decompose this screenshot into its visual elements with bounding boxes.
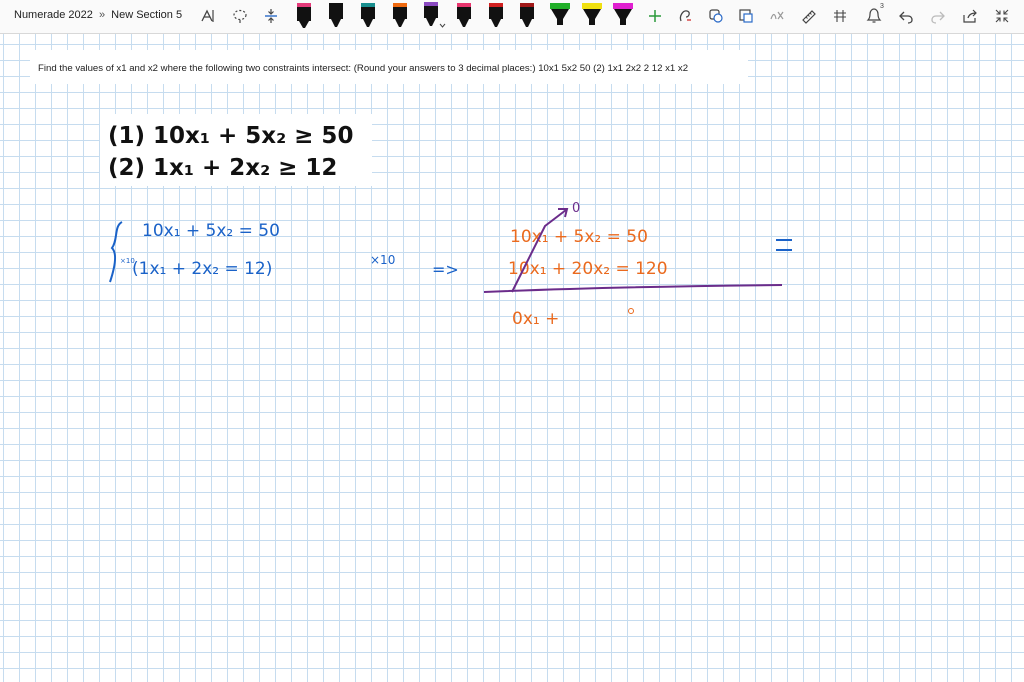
handwriting-layer: 10x₁ + 5x₂ = 50 ×10 (1x₁ + 2x₂ = 12) ×10… <box>109 201 792 329</box>
purple-zero: 0 <box>572 201 580 216</box>
blue-arrow: => <box>432 260 459 279</box>
blue-minus <box>776 239 792 251</box>
orange-eq2: 10x₁ + 20x₂ = 120 <box>508 259 668 279</box>
orange-result: 0x₁ + <box>512 309 559 329</box>
purple-strike <box>511 209 567 293</box>
purple-rule <box>483 284 783 293</box>
blue-eq1: 10x₁ + 5x₂ = 50 <box>142 221 280 241</box>
blue-brace <box>109 221 123 283</box>
orange-eq1: 10x₁ + 5x₂ = 50 <box>510 227 648 247</box>
pen-cursor <box>628 308 634 314</box>
blue-eq2: (1x₁ + 2x₂ = 12) <box>132 259 272 279</box>
blue-multiplier: ×10 <box>370 253 395 267</box>
